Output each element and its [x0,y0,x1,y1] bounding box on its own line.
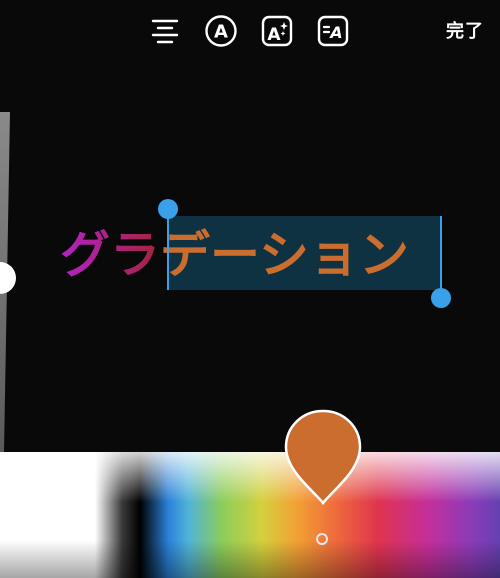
selection-start-caret [167,216,169,290]
text-style-circle-icon[interactable]: A [204,14,238,48]
text-size-slider[interactable] [0,112,16,452]
text-animation-icon[interactable]: A [316,14,350,48]
svg-text:A: A [328,23,342,42]
align-center-icon[interactable] [148,14,182,48]
text-effects-sparkle-icon[interactable]: A [260,14,294,48]
selection-end-handle[interactable] [431,288,451,308]
color-picker-target-ring[interactable] [316,533,328,545]
size-slider-thumb[interactable] [0,262,16,294]
selection-start-handle[interactable] [158,199,178,219]
text-selected-segment[interactable]: デーション [160,222,409,288]
top-toolbar: A A A 完了 [0,0,500,62]
done-button[interactable]: 完了 [446,17,484,43]
text-gradient-segment[interactable]: グラ [60,222,160,288]
svg-text:A: A [214,22,228,43]
color-dropper-pin-icon[interactable] [284,409,362,506]
svg-text:A: A [267,25,281,45]
color-spectrum-picker[interactable] [0,452,500,578]
editable-text[interactable]: グラデーション [60,222,409,288]
selection-end-caret [440,216,442,290]
